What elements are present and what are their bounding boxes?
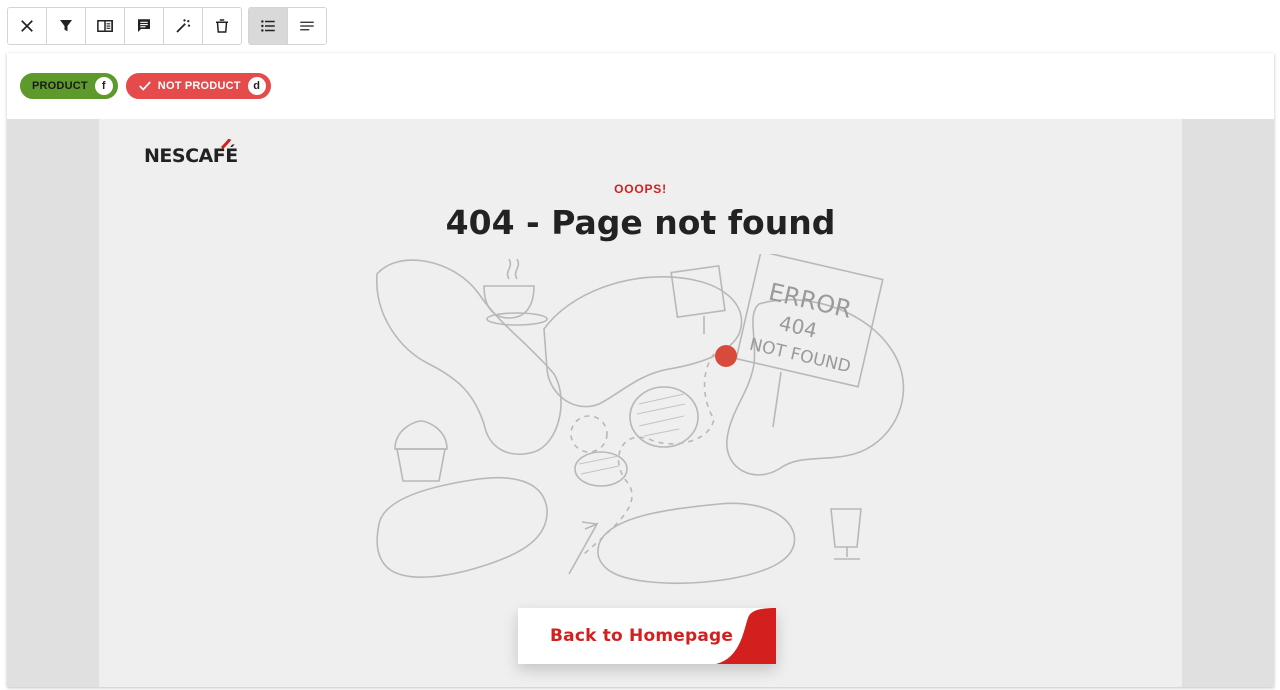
label-product-text: PRODUCT <box>32 80 88 92</box>
hotkey-badge: f <box>94 77 113 95</box>
label-not-product-chip[interactable]: NOT PRODUCT d <box>125 73 271 99</box>
brand-accent-mark <box>220 139 232 149</box>
filter-button[interactable] <box>47 8 86 44</box>
filter-icon <box>60 20 72 32</box>
screenshot-frame: NESCAFÉ OOOPS! 404 - Page not found ERRO… <box>7 119 1274 687</box>
close-icon <box>21 20 33 32</box>
back-to-homepage-label: Back to Homepage <box>550 626 734 646</box>
close-button[interactable] <box>8 8 47 44</box>
hotkey-badge: d <box>247 77 266 95</box>
back-to-homepage-button[interactable]: Back to Homepage <box>518 608 776 664</box>
comment-icon <box>138 19 150 32</box>
webpage-preview: NESCAFÉ OOOPS! 404 - Page not found ERRO… <box>99 119 1182 687</box>
list-view-button[interactable] <box>249 8 288 44</box>
magic-wand-button[interactable] <box>164 8 203 44</box>
page-title: 404 - Page not found <box>445 203 836 242</box>
eyebrow-text: OOOPS! <box>614 182 667 196</box>
label-product-chip[interactable]: PRODUCT f <box>20 73 118 99</box>
check-icon <box>138 79 152 93</box>
text-view-button[interactable] <box>288 8 326 44</box>
toolbar <box>7 7 327 45</box>
delete-button[interactable] <box>203 8 241 44</box>
text-view-icon <box>300 21 314 31</box>
label-not-product-text: NOT PRODUCT <box>157 80 241 92</box>
action-button-group <box>7 7 242 45</box>
cta-accent-swoosh <box>716 608 776 664</box>
side-panel-icon <box>97 20 113 32</box>
list-view-icon <box>261 20 275 32</box>
view-toggle-group <box>248 7 327 45</box>
trash-icon <box>216 19 228 33</box>
magic-wand-icon <box>176 19 191 33</box>
error-illustration: ERROR 404 NOT FOUND <box>376 254 905 584</box>
labeling-panel: PRODUCT f NOT PRODUCT d NESCAFÉ OOOPS! 4… <box>7 53 1274 687</box>
sign-text-not-found: NOT FOUND <box>748 335 853 378</box>
side-panel-button[interactable] <box>86 8 125 44</box>
comment-button[interactable] <box>125 8 164 44</box>
label-chips: PRODUCT f NOT PRODUCT d <box>20 73 271 99</box>
